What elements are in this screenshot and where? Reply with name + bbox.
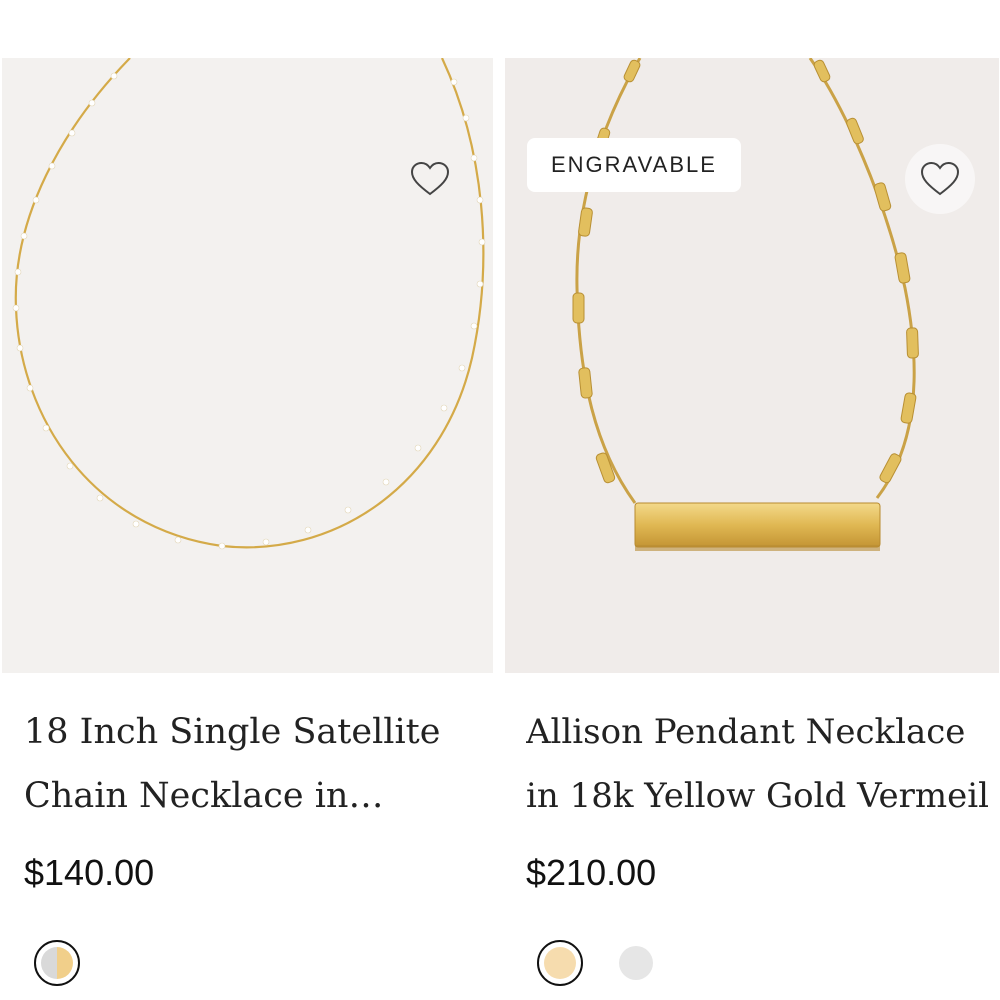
- favorite-button[interactable]: [905, 144, 975, 214]
- swatch-color: [41, 947, 73, 979]
- swatch-mixed-metal[interactable]: [34, 940, 80, 986]
- swatch-yellow-gold[interactable]: [537, 940, 583, 986]
- color-swatches: [34, 940, 80, 986]
- heart-outline-icon: [920, 161, 960, 196]
- product-title[interactable]: Allison Pendant Necklace in 18k Yellow G…: [526, 700, 996, 828]
- favorite-button[interactable]: [395, 144, 465, 214]
- product-card-2[interactable]: ENGRAVABLE Allison Pendant Necklace in 1…: [504, 0, 1000, 1000]
- engravable-badge: ENGRAVABLE: [527, 138, 741, 192]
- product-image-2[interactable]: ENGRAVABLE: [505, 58, 999, 673]
- product-price: $210.00: [526, 852, 657, 893]
- heart-outline-icon: [410, 161, 450, 196]
- swatch-color: [544, 947, 576, 979]
- product-image-1[interactable]: [2, 58, 493, 673]
- color-swatches: [537, 940, 653, 986]
- product-card-1[interactable]: 18 Inch Single Satellite Chain Necklace …: [0, 0, 495, 1000]
- product-title[interactable]: 18 Inch Single Satellite Chain Necklace …: [24, 700, 479, 828]
- product-price: $140.00: [24, 852, 155, 893]
- swatch-silver[interactable]: [619, 946, 653, 980]
